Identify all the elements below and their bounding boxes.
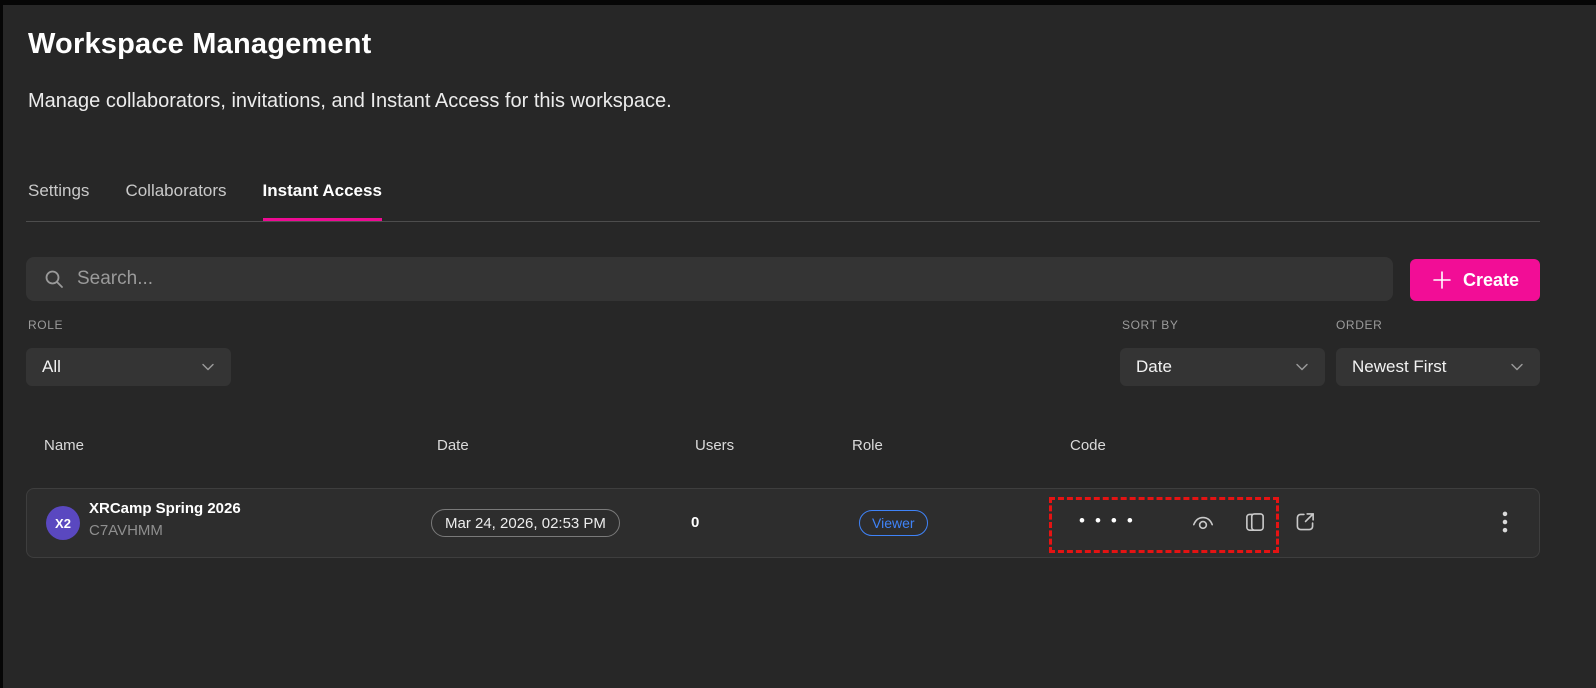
kebab-menu-icon [1492, 509, 1518, 535]
column-header-date: Date [437, 437, 469, 454]
users-count: 0 [691, 514, 699, 531]
reveal-code-button[interactable] [1187, 507, 1219, 539]
role-filter-label: ROLE [28, 318, 63, 332]
role-filter-dropdown[interactable]: All [26, 348, 231, 386]
date-badge: Mar 24, 2026, 02:53 PM [431, 509, 620, 537]
order-dropdown[interactable]: Newest First [1336, 348, 1540, 386]
chevron-down-icon [198, 357, 218, 377]
window-top-edge [0, 0, 1596, 5]
search-bar [26, 257, 1393, 301]
page-title: Workspace Management [28, 28, 372, 61]
column-header-users: Users [695, 437, 734, 454]
order-value: Newest First [1352, 357, 1446, 377]
tab-instant-access[interactable]: Instant Access [263, 181, 382, 222]
tab-bar: Settings Collaborators Instant Access [28, 181, 382, 222]
avatar: X2 [46, 506, 80, 540]
eye-icon [1190, 510, 1216, 536]
row-menu-button[interactable] [1489, 506, 1521, 538]
sort-by-filter-label: SORT BY [1122, 318, 1178, 332]
create-button-label: Create [1463, 270, 1519, 291]
row-code-id: C7AVHMM [89, 522, 163, 539]
search-input[interactable] [65, 257, 1393, 301]
sort-by-value: Date [1136, 357, 1172, 377]
column-header-code: Code [1070, 437, 1106, 454]
role-badge: Viewer [859, 510, 928, 536]
tab-settings[interactable]: Settings [28, 181, 89, 222]
tabs-divider [26, 221, 1540, 222]
copy-icon [1242, 509, 1268, 535]
external-link-icon [1292, 509, 1318, 535]
tab-collaborators[interactable]: Collaborators [125, 181, 226, 222]
order-filter-label: ORDER [1336, 318, 1382, 332]
create-button[interactable]: Create [1410, 259, 1540, 301]
masked-code: •••• [1079, 511, 1143, 531]
sort-by-dropdown[interactable]: Date [1120, 348, 1325, 386]
plus-icon [1431, 269, 1453, 291]
chevron-down-icon [1292, 357, 1312, 377]
page-subtitle: Manage collaborators, invitations, and I… [28, 90, 672, 113]
column-header-name: Name [44, 437, 84, 454]
search-icon [43, 268, 65, 290]
table-row[interactable]: X2 XRCamp Spring 2026 C7AVHMM Mar 24, 20… [26, 488, 1540, 558]
copy-code-button[interactable] [1239, 506, 1271, 538]
workspace-management-screen: Workspace Management Manage collaborator… [0, 0, 1596, 688]
role-filter-value: All [42, 357, 61, 377]
row-name: XRCamp Spring 2026 [89, 500, 241, 517]
chevron-down-icon [1507, 357, 1527, 377]
open-link-button[interactable] [1289, 506, 1321, 538]
column-header-role: Role [852, 437, 883, 454]
window-left-edge [0, 0, 3, 688]
